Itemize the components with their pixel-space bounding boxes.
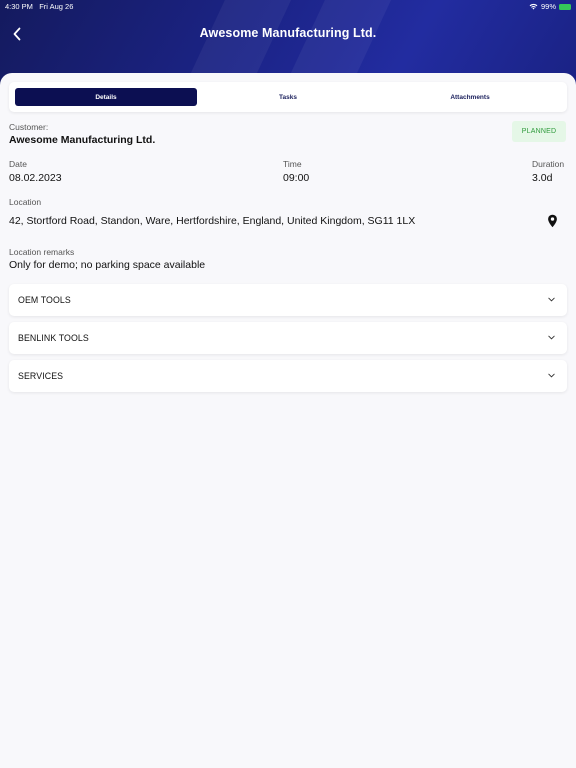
duration-label: Duration <box>532 159 565 169</box>
tab-tasks[interactable]: Tasks <box>199 88 377 106</box>
customer-label: Customer: <box>9 122 49 132</box>
battery-icon <box>559 3 571 10</box>
chevron-down-icon <box>548 335 555 340</box>
status-badge: PLANNED <box>512 121 566 142</box>
remarks-value: Only for demo; no parking space availabl… <box>9 259 206 271</box>
tab-attachments[interactable]: Attachments <box>379 88 561 106</box>
time-label: Time <box>283 159 302 169</box>
remarks-label: Location remarks <box>9 247 75 257</box>
customer-value: Awesome Manufacturing Ltd. <box>9 134 156 146</box>
location-value: 42, Stortford Road, Standon, Ware, Hertf… <box>9 215 416 227</box>
section-label: BENLINK TOOLS <box>18 333 89 343</box>
tab-details[interactable]: Details <box>15 88 197 106</box>
date-label: Date <box>9 159 27 169</box>
battery-percent: 99% <box>540 2 556 11</box>
tab-bar: Details Tasks Attachments <box>9 82 567 112</box>
location-label: Location <box>9 197 42 207</box>
section-services[interactable]: SERVICES <box>9 360 567 392</box>
chevron-down-icon <box>548 297 555 302</box>
section-label: OEM TOOLS <box>18 295 71 305</box>
time-value: 09:00 <box>283 172 310 184</box>
status-date: Fri Aug 26 <box>39 2 74 11</box>
section-benlink-tools[interactable]: BENLINK TOOLS <box>9 322 567 354</box>
chevron-down-icon <box>548 373 555 378</box>
status-indicators: 99% <box>529 2 571 11</box>
status-bar: 4:30 PM Fri Aug 26 99% <box>0 0 576 14</box>
wifi-icon <box>529 3 538 10</box>
section-oem-tools[interactable]: OEM TOOLS <box>9 284 567 316</box>
map-pin-icon[interactable] <box>547 214 558 228</box>
status-time-date: 4:30 PM Fri Aug 26 <box>5 2 73 11</box>
duration-value: 3.0d <box>532 172 553 184</box>
date-value: 08.02.2023 <box>9 172 62 184</box>
status-time: 4:30 PM <box>5 2 33 11</box>
section-label: SERVICES <box>18 371 64 381</box>
page-title: Awesome Manufacturing Ltd. <box>199 26 377 40</box>
